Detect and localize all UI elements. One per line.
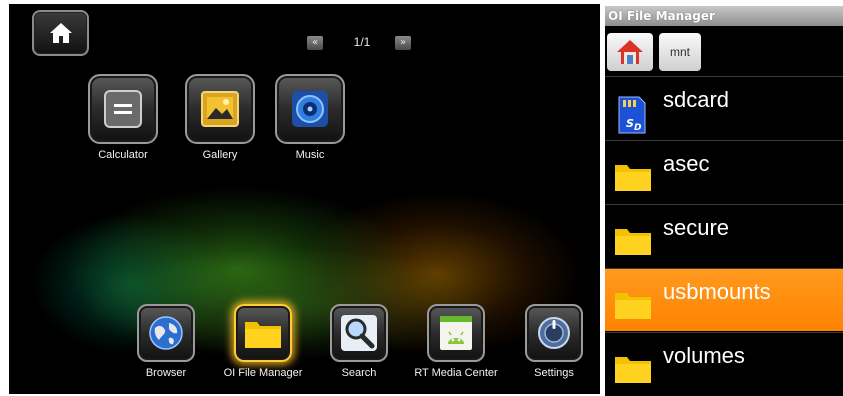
sd-card-icon: S D — [618, 96, 646, 134]
home-button[interactable] — [32, 10, 89, 56]
file-row-secure[interactable]: secure — [605, 204, 843, 267]
app-tile-selected — [234, 304, 292, 362]
app-calculator[interactable]: Calculator — [78, 74, 168, 161]
file-row-sdcard[interactable]: S D sdcard — [605, 76, 843, 139]
app-label: RT Media Center — [414, 367, 498, 379]
breadcrumb-home-button[interactable] — [607, 33, 653, 71]
music-speaker-icon — [292, 91, 328, 127]
svg-text:D: D — [634, 123, 642, 133]
file-name: usbmounts — [663, 279, 771, 304]
app-tile — [525, 304, 583, 362]
double-left-arrow-icon: « — [311, 37, 319, 48]
app-music[interactable]: Music — [265, 74, 355, 161]
dock-rt-media-center[interactable]: RT Media Center — [411, 304, 501, 379]
file-row-volumes[interactable]: volumes — [605, 332, 843, 395]
app-tile — [330, 304, 388, 362]
app-label: OI File Manager — [223, 367, 303, 379]
page-prev-button[interactable]: « — [307, 36, 323, 50]
app-tile — [137, 304, 195, 362]
folder-icon — [615, 357, 651, 383]
dock-oi-file-manager[interactable]: OI File Manager — [218, 304, 308, 379]
svg-text:S: S — [626, 117, 634, 130]
app-label: Search — [341, 367, 377, 379]
gallery-icon — [201, 91, 239, 127]
page-indicator: 1/1 — [353, 35, 371, 49]
file-name: secure — [663, 215, 730, 240]
file-name: sdcard — [663, 87, 730, 112]
app-label: Browser — [145, 367, 187, 379]
home-icon — [617, 40, 643, 64]
file-name: asec — [663, 151, 710, 176]
folder-icon — [615, 165, 651, 191]
file-name: volumes — [663, 343, 745, 368]
folder-icon — [245, 322, 281, 348]
app-label: Gallery — [202, 149, 238, 161]
file-row-usbmounts[interactable]: usbmounts — [605, 268, 843, 331]
globe-icon — [149, 316, 183, 350]
media-center-icon — [440, 316, 472, 350]
app-tile — [427, 304, 485, 362]
home-icon — [49, 23, 72, 43]
page-next-button[interactable]: » — [395, 36, 411, 50]
app-tile — [275, 74, 345, 144]
folder-icon — [615, 293, 651, 319]
breadcrumb-item-mnt[interactable]: mnt — [659, 33, 701, 71]
app-gallery[interactable]: Gallery — [175, 74, 265, 161]
settings-knob-icon — [538, 317, 570, 349]
file-manager-window: OI File Manager mnt S D sdcard asec secu… — [605, 6, 843, 396]
app-tile — [88, 74, 158, 144]
breadcrumb: mnt — [605, 26, 843, 76]
dock-browser[interactable]: Browser — [121, 304, 211, 379]
app-label: Calculator — [98, 149, 148, 161]
calculator-icon — [104, 90, 142, 128]
folder-icon — [615, 229, 651, 255]
app-tile — [185, 74, 255, 144]
app-label: Settings — [534, 367, 574, 379]
double-right-arrow-icon: » — [399, 37, 407, 48]
launcher-screen: « 1/1 » Calculator Gallery Music Browser… — [9, 4, 600, 394]
dock-search[interactable]: Search — [314, 304, 404, 379]
dock-settings[interactable]: Settings — [509, 304, 599, 379]
window-title: OI File Manager — [605, 6, 843, 26]
magnifier-icon — [341, 315, 377, 351]
file-row-asec[interactable]: asec — [605, 140, 843, 203]
app-label: Music — [295, 149, 325, 161]
